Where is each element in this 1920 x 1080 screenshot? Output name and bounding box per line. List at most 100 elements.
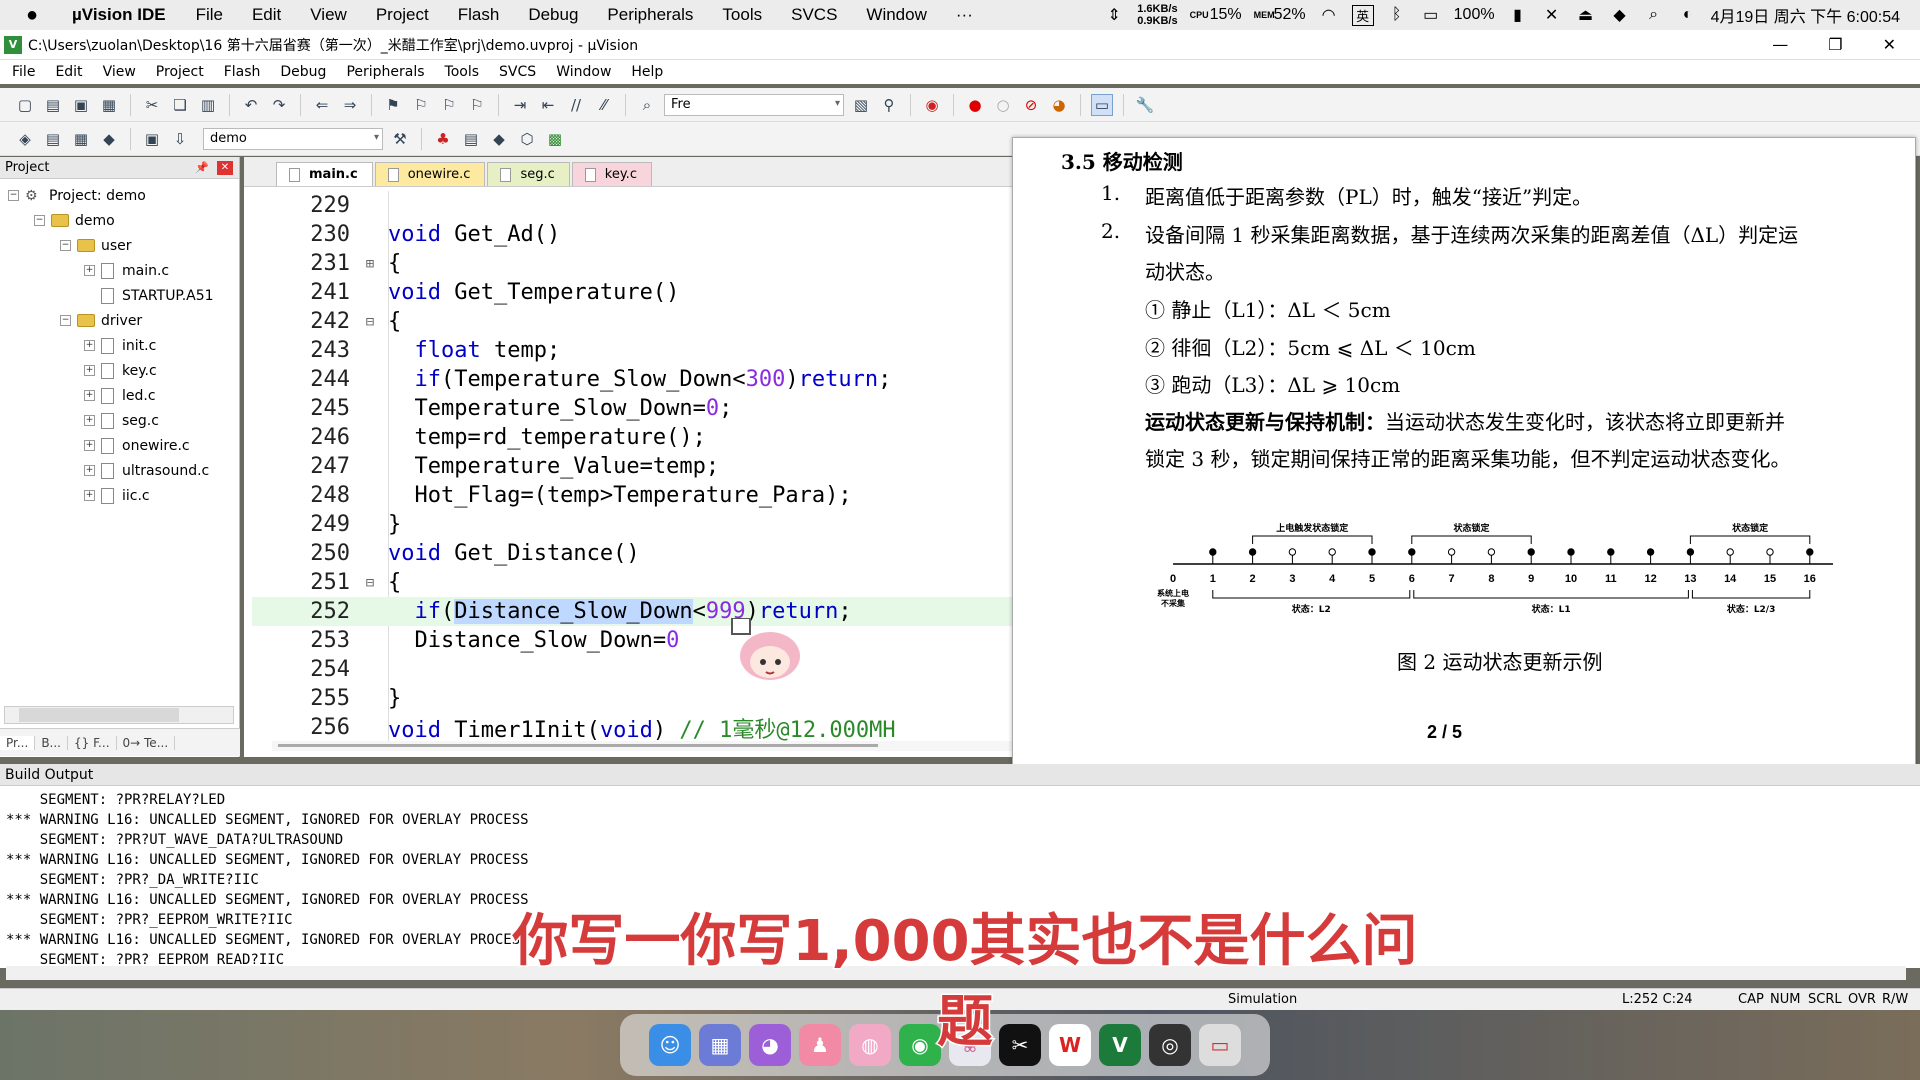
nav-forward-icon[interactable]: ⇒ bbox=[339, 94, 361, 116]
target-select[interactable]: demo ▾ bbox=[203, 127, 383, 150]
stop-build-icon[interactable]: ▣ bbox=[141, 128, 163, 150]
close-panel-icon[interactable]: ✕ bbox=[217, 160, 233, 175]
app-status-icon[interactable]: ◆ bbox=[1609, 5, 1631, 25]
expand-icon[interactable]: + bbox=[84, 440, 95, 451]
find-combo[interactable]: Fre ▾ bbox=[664, 93, 844, 116]
menu-tools[interactable]: Tools bbox=[445, 64, 480, 80]
kill-all-breakpoints-icon[interactable]: ◕ bbox=[1048, 94, 1070, 116]
code-area[interactable]: 229 230 void Get_Ad() 231 ⊞ {241 void Get_Temp… bbox=[252, 191, 1012, 751]
rebuild-icon[interactable]: ▦ bbox=[70, 128, 92, 150]
save-all-icon[interactable]: ▦ bbox=[98, 94, 120, 116]
mac-menu-peripherals[interactable]: Peripherals bbox=[607, 5, 693, 25]
display-icon[interactable]: ▭ bbox=[1420, 5, 1442, 25]
indent-icon[interactable]: ⇥ bbox=[509, 94, 531, 116]
build-output-text[interactable]: SEGMENT: ?PR?RELAY?LED *** WARNING L16: U… bbox=[6, 790, 529, 970]
download-icon[interactable]: ⇩ bbox=[169, 128, 191, 150]
expand-icon[interactable]: + bbox=[84, 390, 95, 401]
app-name[interactable]: µVision IDE bbox=[72, 5, 166, 25]
code-line[interactable]: 253 Distance_Slow_Down=0 bbox=[252, 626, 1012, 655]
expand-icon[interactable]: + bbox=[84, 265, 95, 276]
menu-project[interactable]: Project bbox=[156, 64, 204, 80]
manage-runtime-icon[interactable]: ▤ bbox=[460, 128, 482, 150]
menu-flash[interactable]: Flash bbox=[224, 64, 261, 80]
menu-svcs[interactable]: SVCS bbox=[499, 64, 536, 80]
batch-build-icon[interactable]: ◆ bbox=[98, 128, 120, 150]
tab-seg-c[interactable]: seg.c bbox=[487, 162, 570, 186]
control-center-icon[interactable]: ◐ bbox=[1677, 6, 1699, 24]
menu-debug[interactable]: Debug bbox=[280, 64, 326, 80]
bookmark-icon[interactable]: ⚑ bbox=[382, 94, 404, 116]
battery-icon[interactable]: ▮ bbox=[1507, 5, 1529, 25]
target-options-icon[interactable]: ⚒ bbox=[389, 128, 411, 150]
close-icon[interactable]: ✕ bbox=[1883, 35, 1896, 54]
menu-peripherals[interactable]: Peripherals bbox=[346, 64, 424, 80]
code-line[interactable]: 252 if(Distance_Slow_Down<999)return; bbox=[252, 597, 1012, 626]
project-horizontal-scrollbar[interactable] bbox=[4, 706, 234, 724]
code-line[interactable]: 246 temp=rd_temperature(); bbox=[252, 423, 1012, 452]
nav-back-icon[interactable]: ⇐ bbox=[311, 94, 333, 116]
manage-components-icon[interactable]: ▩ bbox=[544, 128, 566, 150]
collapse-icon[interactable]: − bbox=[8, 190, 19, 201]
disable-breakpoint-icon[interactable]: ○ bbox=[992, 94, 1014, 116]
tree-target-demo[interactable]: − demo bbox=[34, 208, 115, 233]
expand-icon[interactable]: + bbox=[84, 465, 95, 476]
expand-icon[interactable]: + bbox=[84, 415, 95, 426]
tab-main-c[interactable]: main.c bbox=[276, 162, 373, 186]
code-line[interactable]: 244 if(Temperature_Slow_Down<300)return; bbox=[252, 365, 1012, 394]
unindent-icon[interactable]: ⇤ bbox=[537, 94, 559, 116]
window-layout-icon[interactable]: ▭ bbox=[1091, 93, 1113, 116]
copy-icon[interactable]: ❏ bbox=[169, 94, 191, 116]
scrollbar-thumb[interactable] bbox=[278, 744, 878, 747]
code-line[interactable]: 247 Temperature_Value=temp; bbox=[252, 452, 1012, 481]
new-file-icon[interactable]: ▢ bbox=[14, 94, 36, 116]
fold-toggle-icon[interactable]: ⊞ bbox=[360, 256, 380, 272]
tree-file-startup[interactable]: STARTUP.A51 bbox=[101, 283, 214, 308]
mac-menu-debug[interactable]: Debug bbox=[528, 5, 578, 25]
tab-functions[interactable]: {} F... bbox=[68, 735, 117, 750]
code-line[interactable]: 241 void Get_Temperature() bbox=[252, 278, 1012, 307]
incremental-find-icon[interactable]: ▧ bbox=[850, 94, 872, 116]
uncomment-icon[interactable]: ⁄⁄ bbox=[593, 94, 615, 116]
menu-edit[interactable]: Edit bbox=[55, 64, 82, 80]
code-line[interactable]: 231 ⊞ { bbox=[252, 249, 1012, 278]
bluetooth-icon[interactable]: ᛒ bbox=[1386, 6, 1408, 24]
collapse-icon[interactable]: − bbox=[34, 215, 45, 226]
menu-help[interactable]: Help bbox=[631, 64, 663, 80]
translate-icon[interactable]: ◈ bbox=[14, 128, 36, 150]
collapse-icon[interactable]: − bbox=[60, 315, 71, 326]
scrollbar-thumb[interactable] bbox=[19, 708, 179, 722]
find-in-files-icon[interactable]: ⌕ bbox=[636, 94, 658, 116]
code-line[interactable]: 251 ⊟ { bbox=[252, 568, 1012, 597]
code-line[interactable]: 243 float temp; bbox=[252, 336, 1012, 365]
code-line[interactable]: 250 void Get_Distance() bbox=[252, 539, 1012, 568]
paste-icon[interactable]: ▥ bbox=[197, 94, 219, 116]
select-packs-icon[interactable]: ◆ bbox=[488, 128, 510, 150]
redo-icon[interactable]: ↷ bbox=[268, 94, 290, 116]
tab-project[interactable]: Pr... bbox=[0, 735, 36, 750]
tree-file-ultrasound-c[interactable]: + ultrasound.c bbox=[84, 458, 209, 483]
restore-icon[interactable]: ❐ bbox=[1828, 35, 1842, 54]
cut-icon[interactable]: ✂ bbox=[141, 94, 163, 116]
mac-menu-more[interactable]: ··· bbox=[956, 5, 973, 25]
save-icon[interactable]: ▣ bbox=[70, 94, 92, 116]
tab-books[interactable]: B... bbox=[35, 735, 68, 750]
pack-installer-icon[interactable]: ⬡ bbox=[516, 128, 538, 150]
tree-file-seg-c[interactable]: + seg.c bbox=[84, 408, 159, 433]
tree-group-user[interactable]: − user bbox=[60, 233, 132, 258]
mac-menu-view[interactable]: View bbox=[310, 5, 347, 25]
expand-icon[interactable]: + bbox=[84, 365, 95, 376]
code-line[interactable]: 230 void Get_Ad() bbox=[252, 220, 1012, 249]
kill-breakpoints-icon[interactable]: ⊘ bbox=[1020, 94, 1042, 116]
next-bookmark-icon[interactable]: ⚐ bbox=[438, 94, 460, 116]
code-line[interactable]: 255} bbox=[252, 684, 1012, 713]
code-line[interactable]: 254 bbox=[252, 655, 1012, 684]
code-line[interactable]: 248 Hot_Flag=(temp>Temperature_Para); bbox=[252, 481, 1012, 510]
tree-file-key-c[interactable]: + key.c bbox=[84, 358, 157, 383]
expand-icon[interactable]: + bbox=[84, 340, 95, 351]
tree-file-onewire-c[interactable]: + onewire.c bbox=[84, 433, 190, 458]
mac-menu-svcs[interactable]: SVCS bbox=[791, 5, 837, 25]
wifi-icon[interactable]: ◠ bbox=[1318, 5, 1340, 25]
tab-key-c[interactable]: key.c bbox=[571, 162, 652, 186]
build-icon[interactable]: ▤ bbox=[42, 128, 64, 150]
comment-icon[interactable]: // bbox=[565, 94, 587, 116]
